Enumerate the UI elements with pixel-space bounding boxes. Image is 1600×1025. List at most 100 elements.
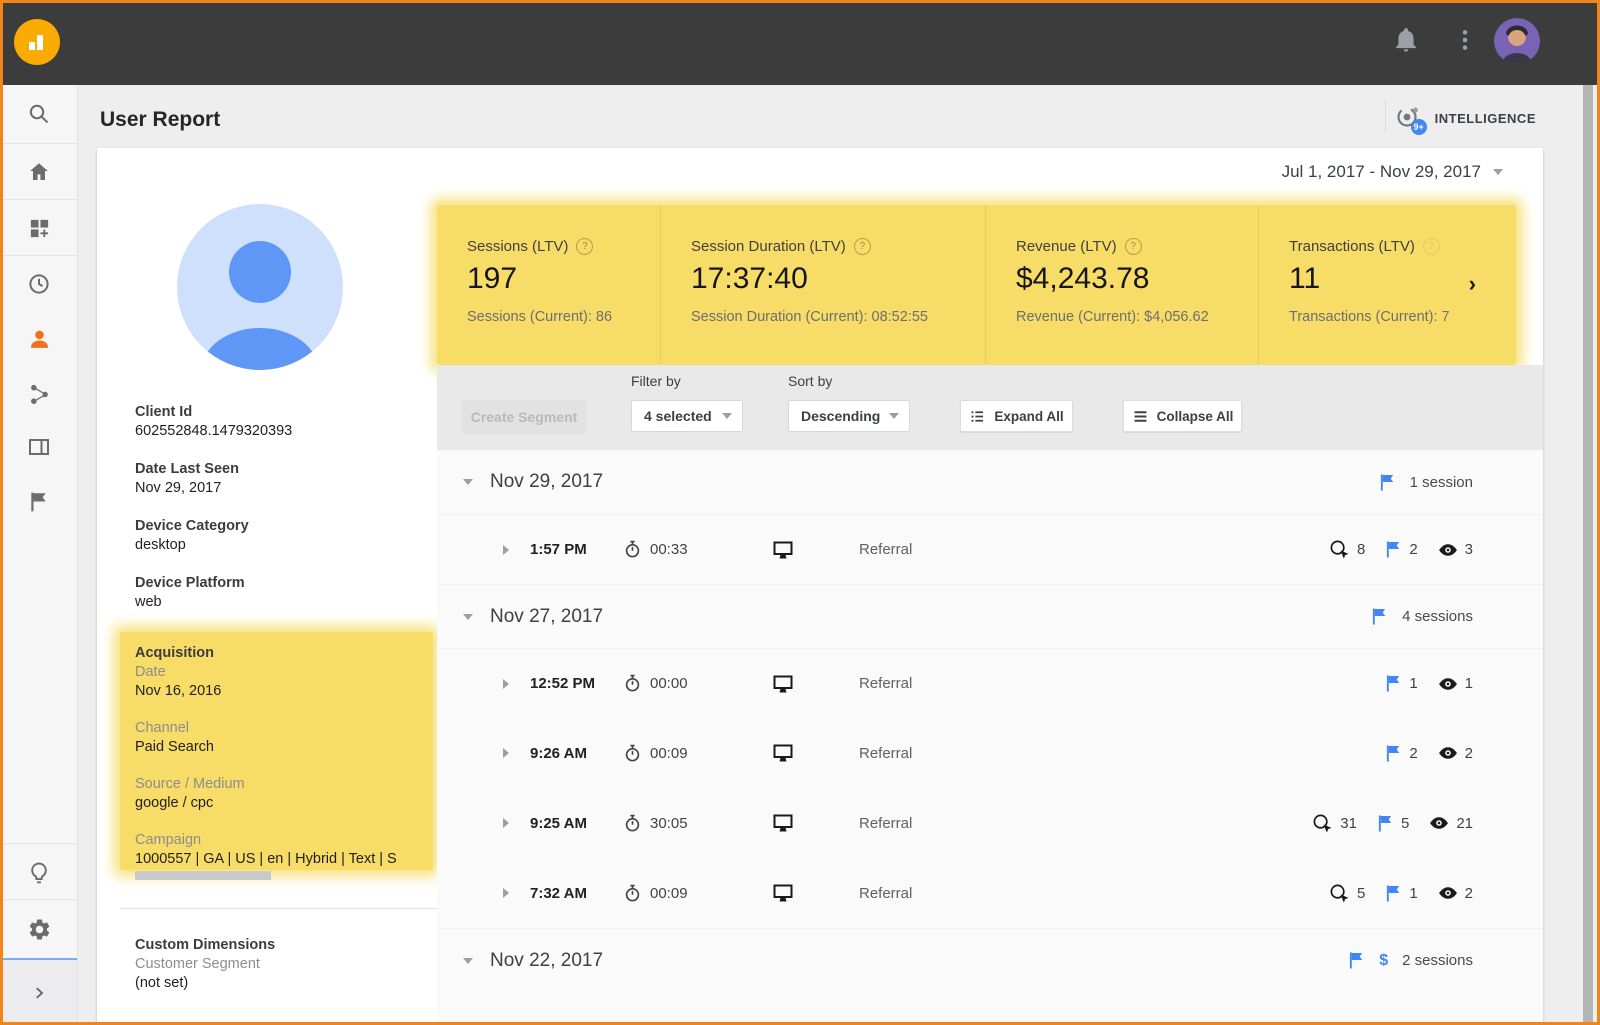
goal-flag-icon — [1377, 814, 1394, 833]
goal-flag-icon — [1385, 884, 1402, 903]
expand-list-icon — [969, 408, 986, 425]
session-row[interactable]: 9:26 AM 00:09 Referral 2 2 — [437, 718, 1543, 788]
group-date: Nov 27, 2017 — [490, 606, 603, 628]
chevron-right-icon[interactable] — [503, 818, 509, 828]
filter-dropdown[interactable]: 4 selected — [631, 400, 743, 432]
app-topbar — [0, 0, 1600, 85]
session-group-header[interactable]: Nov 22, 2017 $ 2 sessions — [437, 928, 1543, 992]
chevron-down-icon[interactable] — [463, 958, 473, 964]
notifications-bell-icon[interactable] — [1392, 26, 1420, 54]
field-device-category: Device Category desktop — [135, 517, 415, 555]
goal-flag-icon — [1379, 473, 1396, 492]
session-row[interactable]: 7:32 AM 00:09 Referral 5 1 2 — [437, 858, 1543, 928]
group-session-count: $ 2 sessions — [1348, 951, 1473, 970]
sidebar-divider — [0, 843, 77, 844]
session-row[interactable]: 1:57 PM 00:33 Referral 8 2 3 — [437, 514, 1543, 584]
sidebar-divider — [0, 899, 77, 900]
share-branch-icon — [28, 383, 51, 406]
session-time: 9:25 AM — [523, 815, 623, 832]
sidebar-item-home[interactable] — [0, 144, 78, 200]
sidebar-item-admin[interactable] — [0, 901, 78, 957]
chevron-down-icon — [889, 413, 899, 419]
custom-dimensions-panel: Custom Dimensions Customer Segment (not … — [135, 936, 415, 993]
metric-value: 11 — [1289, 262, 1516, 296]
analytics-logo-icon[interactable] — [14, 19, 60, 65]
chevron-right-icon[interactable] — [503, 545, 509, 555]
desktop-icon — [772, 673, 794, 695]
stopwatch-icon — [623, 674, 642, 693]
sessions-toolbar: Create Segment Filter by 4 selected Sort… — [437, 365, 1543, 450]
session-group-header[interactable]: Nov 27, 2017 4 sessions — [437, 584, 1543, 648]
ltv-metrics-panel-highlighted: Sessions (LTV)? 197 Sessions (Current): … — [437, 205, 1516, 365]
create-segment-button[interactable]: Create Segment — [462, 400, 586, 434]
sidebar-item-conversions[interactable] — [0, 474, 78, 530]
goal-flag-icon — [1385, 540, 1402, 559]
field-device-platform: Device Platform web — [135, 574, 415, 612]
stopwatch-icon — [623, 540, 642, 559]
stopwatch-icon — [623, 884, 642, 903]
session-duration: 00:09 — [650, 885, 688, 902]
avatar-photo — [1494, 18, 1540, 64]
acquisition-source-medium: Source / Medium google / cpc — [135, 775, 433, 813]
metric-session-duration: Session Duration (LTV)? 17:37:40 Session… — [660, 205, 985, 365]
session-duration: 00:00 — [650, 675, 688, 692]
vertical-scrollbar[interactable] — [1583, 85, 1593, 1025]
metric-transactions: Transactions (LTV)? 11 Transactions (Cur… — [1258, 205, 1516, 365]
metric-value: 17:37:40 — [691, 262, 985, 296]
date-range-selector[interactable]: Jul 1, 2017 - Nov 29, 2017 — [1282, 162, 1503, 182]
filter-by-label: Filter by — [631, 373, 681, 389]
session-channel: Referral — [849, 541, 1329, 558]
session-duration: 00:09 — [650, 745, 688, 762]
help-icon[interactable]: ? — [854, 238, 871, 255]
chevron-right-icon[interactable] — [503, 748, 509, 758]
chevron-right-icon[interactable] — [503, 679, 509, 689]
acquisition-campaign: Campaign 1000557 | GA | US | en | Hybrid… — [135, 831, 433, 869]
chevron-down-icon[interactable] — [463, 479, 473, 485]
person-icon — [27, 327, 52, 352]
clock-icon — [27, 272, 51, 296]
stopwatch-icon — [623, 744, 642, 763]
field-client-id: Client Id 602552848.1479320393 — [135, 403, 415, 441]
acquisition-channel: Channel Paid Search — [135, 719, 433, 757]
sidebar-item-acquisition[interactable] — [0, 366, 78, 422]
expand-all-button[interactable]: Expand All — [960, 400, 1073, 432]
sidebar-item-customization[interactable] — [0, 200, 78, 256]
horizontal-scrollbar[interactable] — [135, 871, 271, 880]
intelligence-label: INTELLIGENCE — [1435, 111, 1536, 126]
session-group-header[interactable]: Nov 29, 2017 1 session — [437, 450, 1543, 514]
collapse-all-button[interactable]: Collapse All — [1123, 400, 1242, 432]
intelligence-icon: 9+ — [1393, 103, 1423, 133]
bar-chart-glyph — [24, 29, 50, 55]
session-row[interactable]: 9:25 AM 30:05 Referral 31 5 21 — [437, 788, 1543, 858]
desktop-icon — [772, 812, 794, 834]
help-icon[interactable]: ? — [576, 238, 593, 255]
field-date-last-seen: Date Last Seen Nov 29, 2017 — [135, 460, 415, 498]
sidebar-collapse-button[interactable] — [0, 958, 77, 1025]
sort-dropdown[interactable]: Descending — [788, 400, 910, 432]
pageview-eye-icon — [1438, 743, 1458, 763]
metrics-next-chevron[interactable]: › — [1469, 271, 1476, 297]
profile-fields: Client Id 602552848.1479320393 Date Last… — [135, 403, 415, 631]
intelligence-button[interactable]: 9+ INTELLIGENCE — [1393, 103, 1536, 133]
metric-sub: Sessions (Current): 86 — [467, 309, 660, 325]
lightbulb-icon — [26, 860, 52, 886]
left-nav-sidebar — [0, 85, 78, 1025]
header-divider — [1385, 99, 1386, 133]
session-time: 12:52 PM — [523, 675, 623, 692]
user-report-card: Jul 1, 2017 - Nov 29, 2017 Client Id 602… — [97, 148, 1543, 1025]
sidebar-item-behavior[interactable] — [0, 419, 78, 475]
date-range-value: Jul 1, 2017 - Nov 29, 2017 — [1282, 162, 1481, 182]
sidebar-item-search[interactable] — [0, 86, 78, 142]
help-icon[interactable]: ? — [1125, 238, 1142, 255]
account-avatar[interactable] — [1494, 18, 1540, 64]
chevron-right-icon — [30, 984, 48, 1002]
chevron-right-icon[interactable] — [503, 888, 509, 898]
session-stats: 8 2 3 — [1329, 539, 1473, 560]
overflow-menu-icon[interactable] — [1452, 27, 1478, 53]
sidebar-item-audience[interactable] — [0, 311, 78, 367]
session-row[interactable]: 12:52 PM 00:00 Referral 1 1 — [437, 648, 1543, 718]
sidebar-item-discover[interactable] — [0, 845, 78, 901]
help-icon[interactable]: ? — [1423, 238, 1440, 255]
chevron-down-icon[interactable] — [463, 614, 473, 620]
sidebar-item-realtime[interactable] — [0, 256, 78, 312]
